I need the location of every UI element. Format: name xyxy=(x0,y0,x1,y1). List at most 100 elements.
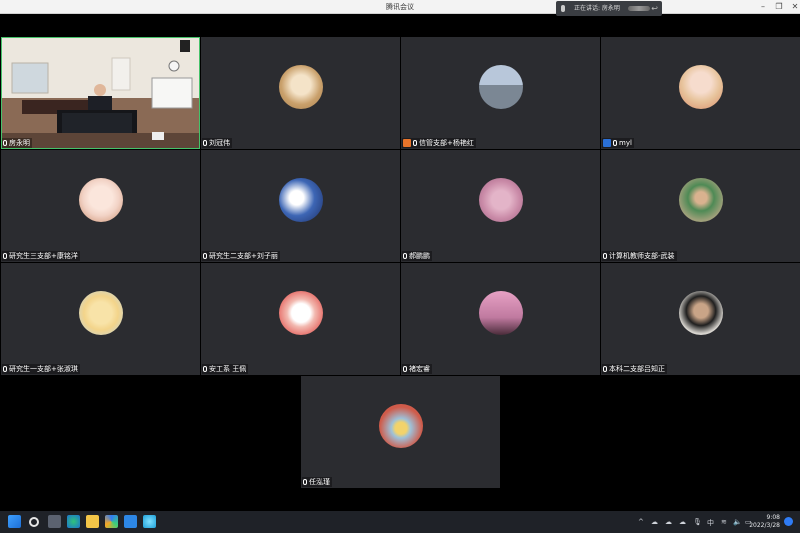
edge-icon[interactable] xyxy=(67,515,80,528)
maximize-button[interactable]: ❐ xyxy=(772,1,786,13)
participant-tile[interactable]: 郝鹏鹏 xyxy=(401,150,600,262)
volume-icon[interactable]: 🔈 xyxy=(733,518,742,526)
participant-name-tag: 安工系 王佩 xyxy=(202,364,249,374)
participant-name: 计算机教师支部-武装 xyxy=(609,252,675,260)
participant-name: 信管支部+杨艳红 xyxy=(419,139,474,147)
cloud-icon[interactable]: ☁ xyxy=(679,518,686,526)
mic-icon xyxy=(613,140,617,146)
avatar xyxy=(279,291,323,335)
participant-name-tag: 信管支部+杨艳红 xyxy=(402,138,476,148)
clock-time: 9:08 xyxy=(766,514,780,521)
notification-icon[interactable] xyxy=(784,517,793,526)
taskbar: ^ ☁ ☁ ☁ 🎙 中 ≋ 🔈 ▭ 9:08 2022/3/28 xyxy=(0,511,800,533)
participant-name: myl xyxy=(619,139,632,147)
mic-icon xyxy=(413,140,417,146)
participant-name-tag: myl xyxy=(602,138,634,148)
participant-name-tag: 研究生一支部+张淑琪 xyxy=(2,364,80,374)
participant-name-tag: 房永明 xyxy=(2,138,32,148)
participant-name: 郝鹏鹏 xyxy=(409,252,430,260)
search-icon[interactable] xyxy=(29,517,39,527)
participant-tile[interactable]: 任泓瑾 xyxy=(301,376,500,488)
close-button[interactable]: ✕ xyxy=(788,1,800,13)
participant-tile[interactable]: 刘冠伟 xyxy=(201,37,400,149)
participant-name: 安工系 王佩 xyxy=(209,365,247,373)
microphone-icon[interactable]: 🎙 xyxy=(693,518,702,526)
participant-tile-speaker[interactable]: 房永明 xyxy=(1,37,200,149)
avatar xyxy=(679,291,723,335)
avatar xyxy=(379,404,423,448)
mic-icon xyxy=(203,253,207,259)
participant-name: 研究生三支部+康铭洋 xyxy=(9,252,78,260)
participant-name: 本科二支部吕知正 xyxy=(609,365,665,373)
mic-icon xyxy=(561,5,565,12)
participant-name-tag: 研究生二支部+刘子丽 xyxy=(202,251,280,261)
audio-wave-icon xyxy=(628,6,650,11)
store-icon[interactable] xyxy=(124,515,137,528)
mic-icon xyxy=(203,366,207,372)
participant-name-tag: 褚宏睿 xyxy=(402,364,432,374)
cloud-icon[interactable]: ☁ xyxy=(665,518,672,526)
window-title: 腾讯会议 xyxy=(386,3,414,11)
mic-icon xyxy=(603,366,607,372)
participant-name: 刘冠伟 xyxy=(209,139,230,147)
mic-icon xyxy=(303,479,307,485)
avatar xyxy=(479,291,523,335)
participant-name: 房永明 xyxy=(9,139,30,147)
collapse-icon[interactable]: ↩ xyxy=(651,1,658,16)
avatar xyxy=(679,65,723,109)
chevron-up-icon[interactable]: ^ xyxy=(638,518,644,526)
windows-start-icon[interactable] xyxy=(8,515,21,528)
avatar xyxy=(679,178,723,222)
mic-icon xyxy=(403,366,407,372)
speaking-label: 正在讲话: 房永明 xyxy=(574,5,620,12)
avatar xyxy=(479,65,523,109)
participant-name-tag: 任泓瑾 xyxy=(302,477,332,487)
mic-icon xyxy=(3,140,7,146)
participant-tile[interactable]: 褚宏睿 xyxy=(401,263,600,375)
participant-tile[interactable]: 研究生三支部+康铭洋 xyxy=(1,150,200,262)
wifi-icon[interactable]: ≋ xyxy=(721,518,727,526)
avatar xyxy=(79,178,123,222)
browser-icon[interactable] xyxy=(143,515,156,528)
participant-tile[interactable]: 安工系 王佩 xyxy=(201,263,400,375)
tencent-meeting-icon[interactable] xyxy=(105,515,118,528)
participant-name: 褚宏睿 xyxy=(409,365,430,373)
participant-name-tag: 刘冠伟 xyxy=(202,138,232,148)
minimize-button[interactable]: – xyxy=(756,1,770,13)
title-bar: 腾讯会议 – ❐ ✕ xyxy=(0,0,800,14)
participant-tile[interactable]: 计算机教师支部-武装 xyxy=(601,150,800,262)
participant-tile[interactable]: 本科二支部吕知正 xyxy=(601,263,800,375)
participant-name-tag: 郝鹏鹏 xyxy=(402,251,432,261)
clock-date: 2022/3/28 xyxy=(749,522,780,529)
participant-name: 研究生一支部+张淑琪 xyxy=(9,365,78,373)
video-feed xyxy=(1,37,200,149)
participant-name: 研究生二支部+刘子丽 xyxy=(209,252,278,260)
participant-name-tag: 研究生三支部+康铭洋 xyxy=(2,251,80,261)
avatar xyxy=(479,178,523,222)
clock[interactable]: 9:08 2022/3/28 xyxy=(749,514,780,530)
mic-icon xyxy=(3,366,7,372)
speaking-indicator[interactable]: 正在讲话: 房永明 ↩ xyxy=(556,1,662,16)
mic-icon xyxy=(3,253,7,259)
avatar xyxy=(79,291,123,335)
task-view-icon[interactable] xyxy=(48,515,61,528)
participant-name-tag: 本科二支部吕知正 xyxy=(602,364,667,374)
participant-name-tag: 计算机教师支部-武装 xyxy=(602,251,677,261)
mic-icon xyxy=(403,253,407,259)
mic-icon xyxy=(203,140,207,146)
mic-icon xyxy=(603,253,607,259)
input-language[interactable]: 中 xyxy=(707,518,714,528)
avatar xyxy=(279,65,323,109)
video-grid: 房永明 刘冠伟 信管支部+杨艳红 myl 研究生三支部+康铭洋 研究生二支部+刘… xyxy=(0,37,800,511)
participant-tile[interactable]: 研究生二支部+刘子丽 xyxy=(201,150,400,262)
participant-tile[interactable]: 信管支部+杨艳红 xyxy=(401,37,600,149)
participant-tile[interactable]: 研究生一支部+张淑琪 xyxy=(1,263,200,375)
host-icon xyxy=(403,139,411,147)
participant-name: 任泓瑾 xyxy=(309,478,330,486)
office-scene xyxy=(2,38,199,148)
cloud-icon[interactable]: ☁ xyxy=(651,518,658,526)
cohost-icon xyxy=(603,139,611,147)
participant-tile[interactable]: myl xyxy=(601,37,800,149)
file-explorer-icon[interactable] xyxy=(86,515,99,528)
avatar xyxy=(279,178,323,222)
